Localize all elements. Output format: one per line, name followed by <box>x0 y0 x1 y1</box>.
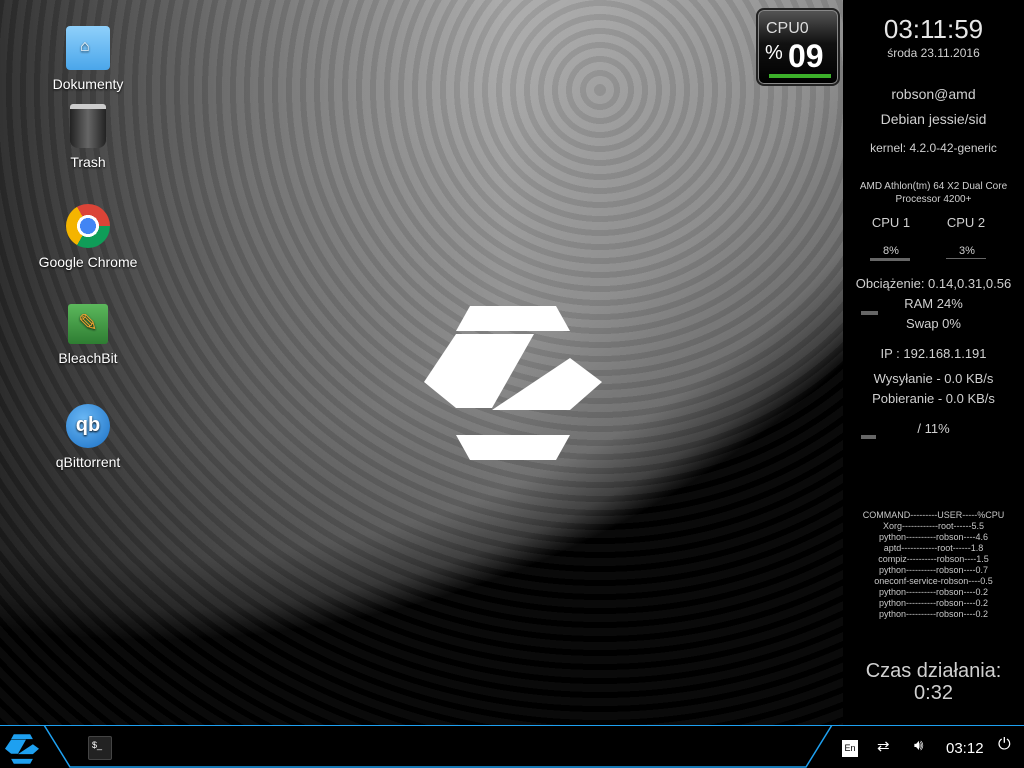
swap-usage: Swap 0% <box>906 316 961 331</box>
uptime-value: 0:32 <box>914 682 953 704</box>
desktop-icon-trash[interactable]: Trash <box>28 104 148 170</box>
process-row: python----------robson----4.6 <box>878 532 988 542</box>
cpu0-bar <box>769 74 831 78</box>
process-row: python----------robson----0.7 <box>878 565 988 575</box>
cpu2-value: 3% <box>959 245 975 257</box>
clock-time: 03:11:59 <box>883 14 984 44</box>
taskbar-clock[interactable]: 03:12 <box>946 740 984 757</box>
zorin-menu-button[interactable] <box>5 734 39 764</box>
cpu0-widget: CPU0 % 09 <box>756 8 840 86</box>
cpu0-value: 09 <box>788 38 824 74</box>
ip-address: IP : 192.168.1.191 <box>880 346 987 361</box>
distro: Debian jessie/sid <box>880 111 987 127</box>
process-list: COMMAND---------USER-----%CPU Xorg-------… <box>843 510 1024 620</box>
cpu0-percent-sign: % <box>765 42 783 64</box>
zorin-logo-wallpaper <box>424 306 602 460</box>
cpu2-bar <box>946 258 986 259</box>
taskbar-frame <box>43 725 833 768</box>
terminal-launcher[interactable]: $_ <box>88 736 112 760</box>
cpu-model-2: Processor 4200+ <box>895 194 972 205</box>
qbittorrent-icon: qb <box>66 404 110 448</box>
network-icon[interactable]: ⇄ <box>877 737 890 755</box>
process-row: python----------robson----0.2 <box>878 587 988 597</box>
ram-bar <box>861 311 878 315</box>
desktop-icon-qbittorrent[interactable]: qb qBittorrent <box>28 404 148 470</box>
keyboard-layout[interactable]: En <box>842 740 858 757</box>
folder-home-icon: ⌂ <box>66 26 110 70</box>
keyboard-label: En <box>844 743 856 753</box>
power-icon[interactable]: ⏻ <box>998 736 1011 754</box>
process-row: aptd------------root------1.8 <box>883 543 984 553</box>
cpu1-label: CPU 1 <box>871 215 911 230</box>
disk-bar <box>861 435 876 439</box>
download-speed: Pobieranie - 0.0 KB/s <box>872 391 995 406</box>
cpu0-label: CPU0 <box>766 20 809 37</box>
ram-usage: RAM 24% <box>904 296 963 311</box>
user-host: robson@amd <box>891 86 976 102</box>
trash-icon <box>70 104 106 148</box>
desktop-icon-bleachbit[interactable]: ✎ BleachBit <box>28 304 148 366</box>
icon-label: qBittorrent <box>55 454 121 470</box>
kernel: kernel: 4.2.0-42-generic <box>870 141 997 155</box>
icon-label: Google Chrome <box>38 254 138 270</box>
process-row: python----------robson----0.2 <box>878 598 988 608</box>
icon-label: Trash <box>70 154 106 170</box>
uptime-label: Czas działania: <box>865 660 1002 682</box>
process-row: python----------robson----0.2 <box>878 609 988 619</box>
bleachbit-icon: ✎ <box>68 304 108 344</box>
icon-label: BleachBit <box>58 350 118 366</box>
cpu2-label: CPU 2 <box>946 215 986 230</box>
desktop-icon-dokumenty[interactable]: ⌂ Dokumenty <box>28 26 148 92</box>
process-row: oneconf-service-robson----0.5 <box>874 576 993 586</box>
process-header: COMMAND---------USER-----%CPU <box>862 510 1005 520</box>
taskbar: $_ En ⇄ 🔊︎ 03:12 ⏻ <box>0 725 1024 768</box>
upload-speed: Wysyłanie - 0.0 KB/s <box>873 371 994 386</box>
process-row: compiz----------robson----1.5 <box>878 554 989 564</box>
cpu-model: AMD Athlon(tm) 64 X2 Dual Core <box>859 181 1008 192</box>
volume-icon[interactable]: 🔊︎ <box>914 737 923 754</box>
chrome-icon <box>66 204 110 248</box>
cpu1-value: 8% <box>883 245 899 257</box>
conky-panel: 03:11:59 środa 23.11.2016 robson@amd Deb… <box>843 0 1024 725</box>
cpu1-bar <box>870 258 910 261</box>
load-average: Obciążenie: 0.14,0.31,0.56 <box>855 276 1012 291</box>
process-row: Xorg------------root------5.5 <box>883 521 984 531</box>
date: środa 23.11.2016 <box>887 46 980 60</box>
icon-label: Dokumenty <box>52 76 124 92</box>
disk-usage: / 11% <box>917 421 950 436</box>
desktop-icon-chrome[interactable]: Google Chrome <box>28 204 148 270</box>
terminal-icon: $_ <box>92 740 103 750</box>
